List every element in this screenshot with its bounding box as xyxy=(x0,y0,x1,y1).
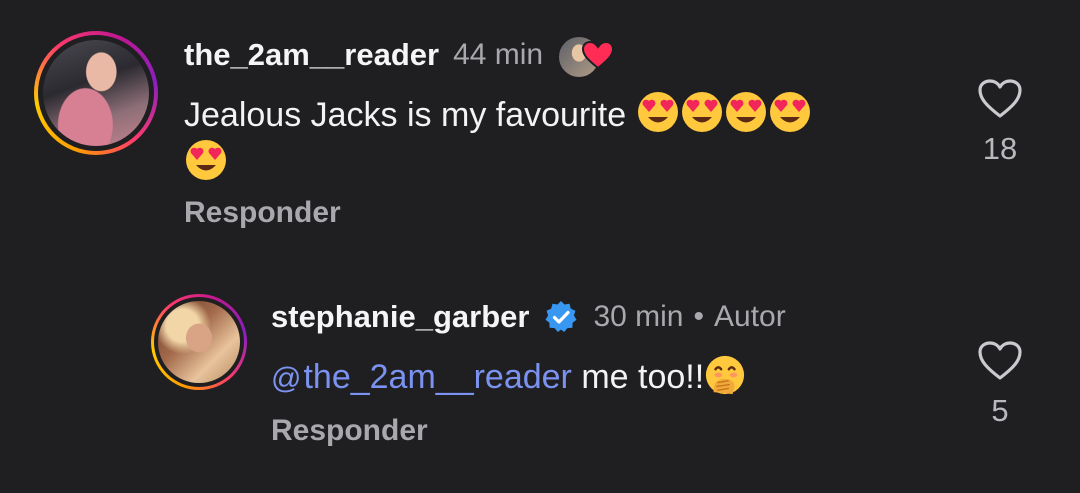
reply-button[interactable]: Responder xyxy=(184,196,341,230)
comment-text: @the_2am__reader me too!! xyxy=(271,354,911,402)
avatar-photo xyxy=(43,40,149,146)
comments-thread: the_2am__reader 44 min Jealous Jacks is … xyxy=(0,0,1080,493)
heart-eyes-emoji-icon xyxy=(769,92,810,132)
avatar-photo xyxy=(158,301,240,383)
comment-body: me too!! xyxy=(581,358,705,396)
like-count: 5 xyxy=(991,393,1009,428)
comment-header: stephanie_garber 30 min • Autor xyxy=(271,296,786,338)
mention-symbol-icon: @ xyxy=(271,362,302,395)
heart-eyes-emoji-icon xyxy=(681,92,722,132)
comment-time: 30 min xyxy=(593,300,684,333)
comment-text: Jealous Jacks is my favourite xyxy=(184,90,924,186)
separator: • xyxy=(693,300,704,333)
author-liked-badge xyxy=(557,35,617,79)
heart-eyes-emoji-icon xyxy=(637,92,678,132)
heart-icon[interactable] xyxy=(977,340,1023,382)
comment-body: Jealous Jacks is my favourite xyxy=(184,96,627,134)
like-column: 5 xyxy=(970,340,1030,429)
comment-item: the_2am__reader 44 min Jealous Jacks is … xyxy=(0,28,1080,248)
comment-username[interactable]: the_2am__reader xyxy=(184,37,439,73)
reply-button[interactable]: Responder xyxy=(271,414,428,448)
heart-badge-icon xyxy=(582,40,615,70)
heart-icon[interactable] xyxy=(977,78,1023,120)
like-count: 18 xyxy=(982,131,1018,166)
heart-eyes-emoji-icon xyxy=(186,140,226,180)
hand-over-mouth-emoji-icon xyxy=(706,355,745,395)
comment-header: the_2am__reader 44 min xyxy=(184,34,617,79)
mention-username: the_2am__reader xyxy=(303,358,572,396)
mention-link[interactable]: @the_2am__reader xyxy=(271,358,572,396)
comment-username[interactable]: stephanie_garber xyxy=(271,299,529,335)
avatar[interactable] xyxy=(34,31,158,155)
comment-time: 44 min xyxy=(453,38,544,71)
avatar[interactable] xyxy=(151,294,247,390)
like-column: 18 xyxy=(970,78,1030,167)
verified-badge-icon xyxy=(545,301,577,332)
heart-eyes-emoji-icon xyxy=(725,92,766,132)
author-label: Autor xyxy=(714,300,786,333)
reply-item: stephanie_garber 30 min • Autor @the_2am… xyxy=(0,292,1080,472)
